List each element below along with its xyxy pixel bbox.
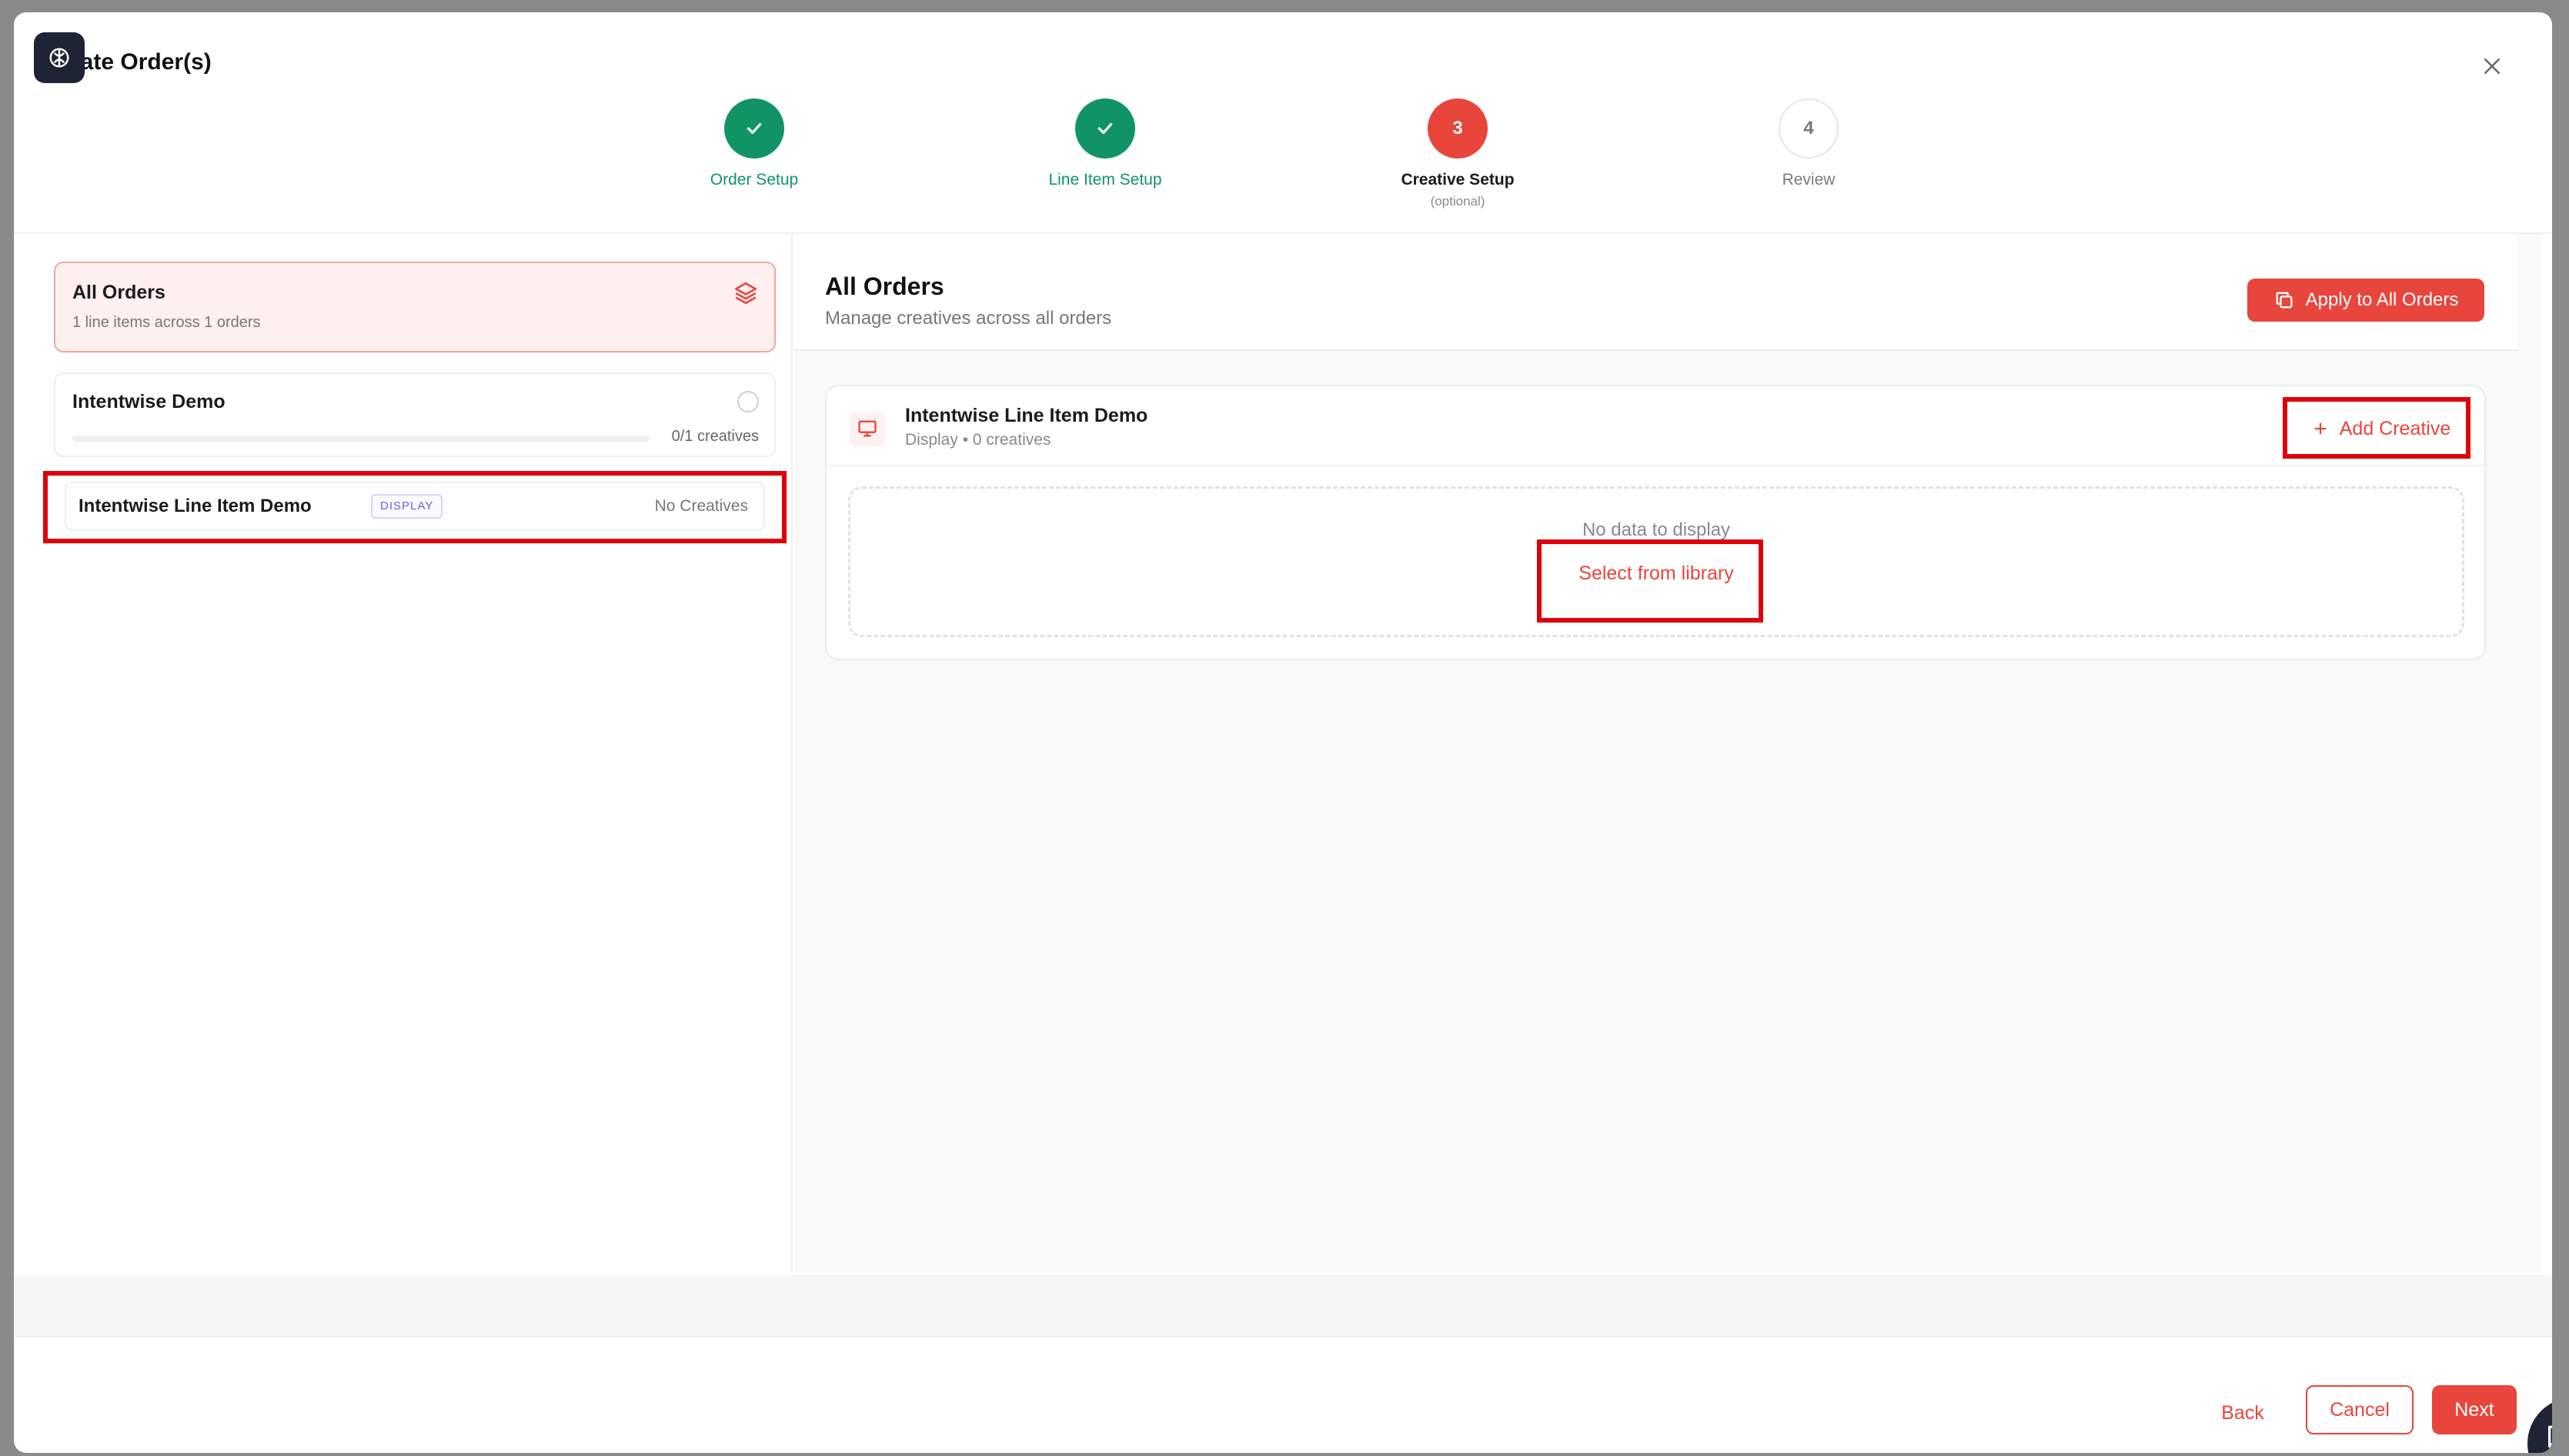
order-title: Intentwise Demo bbox=[72, 391, 225, 412]
orders-sidebar: All Orders 1 line items across 1 orders … bbox=[25, 234, 793, 1273]
step-circle: 4 bbox=[1779, 99, 1839, 159]
apply-to-all-orders-button[interactable]: Apply to All Orders bbox=[2247, 279, 2484, 322]
step-circle bbox=[1075, 99, 1135, 159]
line-item-card-header: Intentwise Line Item Demo Display • 0 cr… bbox=[827, 386, 2484, 466]
apply-button-label: Apply to All Orders bbox=[2305, 289, 2459, 310]
chat-button[interactable] bbox=[2527, 1398, 2552, 1453]
step-review: 4 Review bbox=[1693, 99, 1924, 189]
add-creative-label: Add Creative bbox=[2339, 417, 2451, 439]
stepper: Order Setup Line Item Setup 3 Creative S… bbox=[14, 99, 2552, 245]
back-button[interactable]: Back bbox=[2209, 1390, 2277, 1436]
content-bottom-band bbox=[14, 1274, 2552, 1336]
footer-divider bbox=[14, 1336, 2552, 1337]
step-label: Review bbox=[1782, 171, 1836, 189]
order-progress-text: 0/1 creatives bbox=[671, 428, 759, 445]
next-button[interactable]: Next bbox=[2432, 1385, 2517, 1434]
line-item-card: Intentwise Line Item Demo Display • 0 cr… bbox=[825, 385, 2486, 660]
brain-icon bbox=[49, 48, 69, 68]
order-card[interactable]: Intentwise Demo 0/1 creatives bbox=[54, 372, 776, 457]
close-button[interactable] bbox=[2477, 51, 2507, 82]
check-icon bbox=[747, 122, 762, 135]
close-icon bbox=[2484, 58, 2500, 74]
check-icon bbox=[1097, 122, 1113, 135]
step-circle bbox=[724, 99, 784, 159]
step-circle: 3 bbox=[1428, 99, 1488, 159]
monitor-icon-box bbox=[850, 411, 885, 446]
creatives-panel: All Orders Manage creatives across all o… bbox=[794, 234, 2541, 1273]
step-sublabel: (optional) bbox=[1430, 194, 1485, 209]
chat-icon bbox=[2548, 1425, 2552, 1448]
step-creative-setup: 3 Creative Setup (optional) bbox=[1342, 99, 1573, 209]
copy-icon bbox=[2276, 292, 2293, 309]
select-from-library-link[interactable]: Select from library bbox=[1578, 563, 1733, 585]
all-orders-title: All Orders bbox=[72, 282, 165, 303]
app-logo[interactable] bbox=[34, 32, 85, 83]
line-item-row[interactable]: Intentwise Line Item Demo DISPLAY No Cre… bbox=[65, 482, 765, 531]
modal-title: eate Order(s) bbox=[68, 49, 212, 75]
add-creative-button[interactable]: Add Creative bbox=[2293, 405, 2469, 452]
display-badge: DISPLAY bbox=[371, 494, 443, 519]
cancel-button[interactable]: Cancel bbox=[2306, 1385, 2414, 1434]
panel-title: All Orders bbox=[825, 272, 944, 300]
monitor-icon bbox=[858, 420, 877, 437]
panel-subtitle: Manage creatives across all orders bbox=[825, 308, 1112, 329]
order-radio[interactable] bbox=[737, 391, 759, 412]
empty-message: No data to display bbox=[1582, 519, 1731, 540]
line-item-status: No Creatives bbox=[654, 497, 748, 515]
plus-icon bbox=[2314, 422, 2327, 435]
line-item-card-meta: Display • 0 creatives bbox=[905, 431, 1051, 449]
line-item-name: Intentwise Line Item Demo bbox=[79, 496, 312, 516]
step-label: Line Item Setup bbox=[1048, 171, 1162, 189]
step-label: Creative Setup bbox=[1401, 171, 1515, 189]
step-label: Order Setup bbox=[710, 171, 799, 189]
line-item-card-title: Intentwise Line Item Demo bbox=[905, 405, 1148, 426]
create-order-modal: eate Order(s) Order Setup Line Item Setu… bbox=[14, 12, 2552, 1453]
step-line-item-setup: Line Item Setup bbox=[990, 99, 1221, 189]
empty-creatives-box: No data to display Select from library bbox=[848, 486, 2464, 637]
panel-header: All Orders Manage creatives across all o… bbox=[794, 234, 2518, 351]
step-order-setup: Order Setup bbox=[639, 99, 870, 189]
order-progress-bar bbox=[72, 436, 650, 442]
all-orders-card[interactable]: All Orders 1 line items across 1 orders bbox=[54, 262, 776, 352]
all-orders-subtitle: 1 line items across 1 orders bbox=[72, 314, 261, 331]
layers-icon bbox=[734, 282, 757, 305]
